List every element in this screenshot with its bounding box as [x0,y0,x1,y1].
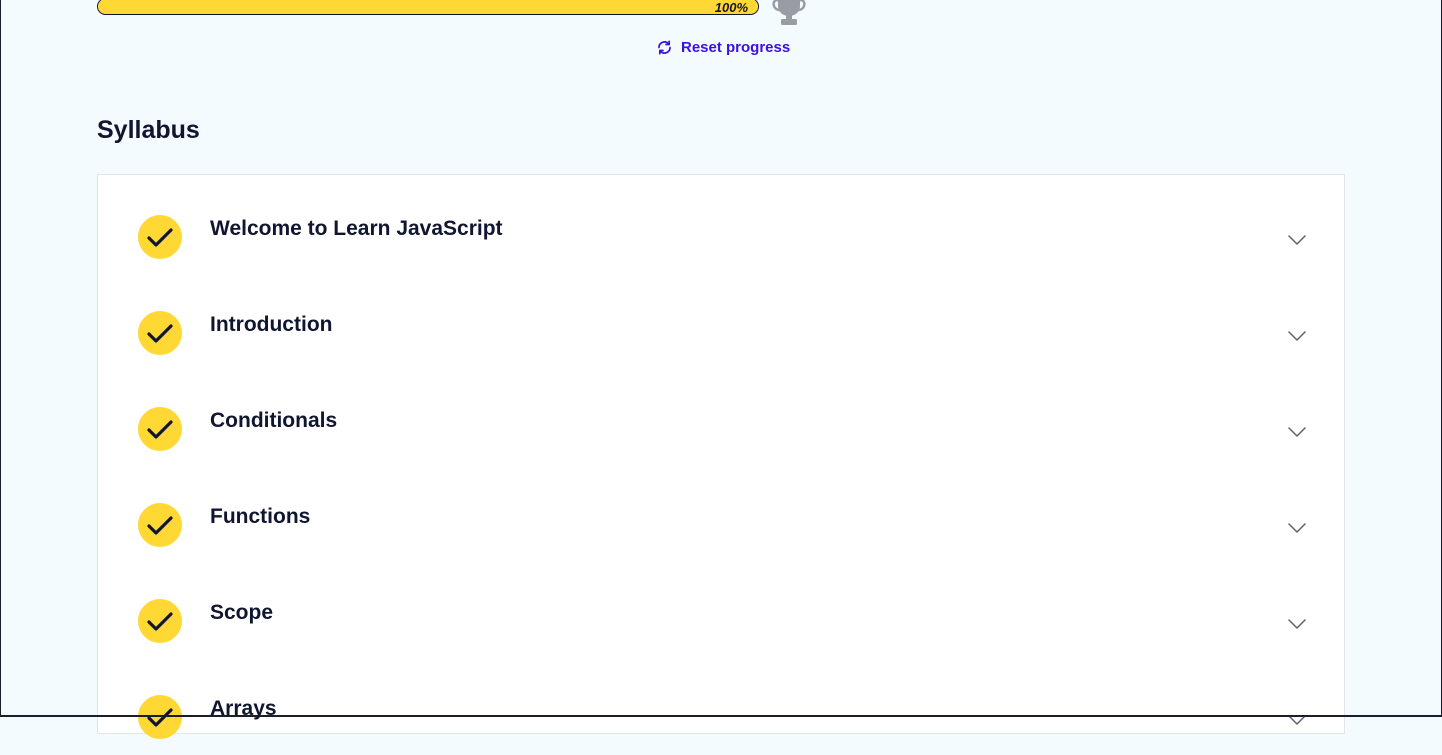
progress-fill [98,0,758,14]
chevron-down-icon[interactable] [1288,519,1306,537]
chevron-down-icon[interactable] [1288,423,1306,441]
checkmark-icon [138,311,182,355]
trophy-icon [772,0,806,26]
module-title: Conditionals [210,409,338,432]
module-item[interactable]: Functions [138,503,1306,563]
module-title: Arrays [210,697,277,720]
module-item[interactable]: Introduction [138,311,1306,371]
chevron-down-icon[interactable] [1288,327,1306,345]
module-item[interactable]: Conditionals [138,407,1306,467]
checkmark-icon [138,407,182,451]
chevron-down-icon[interactable] [1288,711,1306,729]
module-title: Introduction [210,313,333,336]
checkmark-icon [138,215,182,259]
refresh-icon [656,39,673,56]
chevron-down-icon[interactable] [1288,615,1306,633]
module-title: Functions [210,505,311,528]
checkmark-icon [138,695,182,739]
chevron-down-icon[interactable] [1288,231,1306,249]
course-progress-bar: 100% [97,0,761,18]
module-title: Welcome to Learn JavaScript [210,217,503,240]
module-item[interactable]: Arrays [138,695,1306,755]
checkmark-icon [138,599,182,643]
progress-track: 100% [97,0,759,15]
module-item[interactable]: Welcome to Learn JavaScript [138,215,1306,275]
progress-percent: 100% [714,0,748,15]
module-item[interactable]: Scope [138,599,1306,659]
syllabus-heading: Syllabus [97,116,200,144]
reset-progress-button[interactable]: Reset progress [656,39,790,56]
syllabus-module-list: Welcome to Learn JavaScript Introduction… [97,174,1345,739]
module-title: Scope [210,601,274,624]
reset-progress-label: Reset progress [681,39,791,56]
checkmark-icon [138,503,182,547]
